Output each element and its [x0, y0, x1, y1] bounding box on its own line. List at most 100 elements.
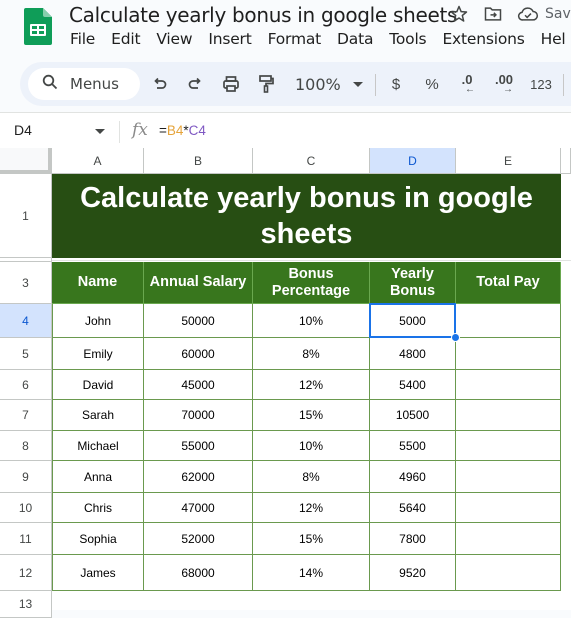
yearly-bonus-cell[interactable]: 4960: [370, 461, 456, 493]
row-header-12[interactable]: 12: [0, 555, 52, 591]
column-header-c[interactable]: C: [253, 148, 370, 174]
total-pay-cell[interactable]: [456, 400, 561, 431]
column-header-a[interactable]: A: [52, 148, 144, 174]
row-header-6[interactable]: 6: [0, 370, 52, 400]
total-pay-cell[interactable]: [456, 461, 561, 493]
increase-decimal-button[interactable]: .00 →: [489, 73, 519, 95]
column-label-name[interactable]: Name: [52, 262, 144, 304]
salary-cell[interactable]: 45000: [144, 370, 253, 400]
column-label-total-pay[interactable]: Total Pay: [456, 262, 561, 304]
name-cell[interactable]: James: [52, 555, 144, 591]
bonus-percentage-cell[interactable]: 14%: [253, 555, 370, 591]
total-pay-cell[interactable]: [456, 493, 561, 523]
yearly-bonus-cell[interactable]: 10500: [370, 400, 456, 431]
bonus-percentage-cell[interactable]: 10%: [253, 431, 370, 461]
paint-format-icon[interactable]: [256, 73, 276, 95]
column-label-yearly-bonus[interactable]: Yearly Bonus: [370, 262, 456, 304]
total-pay-cell[interactable]: [456, 370, 561, 400]
total-pay-cell[interactable]: [456, 338, 561, 370]
salary-cell[interactable]: 47000: [144, 493, 253, 523]
menus-search-button[interactable]: Menus: [28, 68, 140, 100]
name-cell[interactable]: Sarah: [52, 400, 144, 431]
column-label-bonus-percentage[interactable]: Bonus Percentage: [253, 262, 370, 304]
row-header-11[interactable]: 11: [0, 523, 52, 555]
total-pay-cell[interactable]: [456, 555, 561, 591]
bonus-percentage-cell[interactable]: 12%: [253, 370, 370, 400]
fill-handle[interactable]: [451, 333, 460, 342]
salary-cell[interactable]: 68000: [144, 555, 253, 591]
sheets-logo-icon[interactable]: [24, 8, 52, 45]
total-pay-cell[interactable]: [456, 431, 561, 461]
more-formats-button[interactable]: 123: [528, 73, 554, 95]
menu-tools[interactable]: Tools: [389, 30, 426, 48]
column-header-d[interactable]: D: [370, 148, 456, 174]
bonus-percentage-cell[interactable]: 15%: [253, 400, 370, 431]
name-box[interactable]: D4: [14, 122, 32, 138]
yearly-bonus-cell[interactable]: 5500: [370, 431, 456, 461]
row-header-10[interactable]: 10: [0, 493, 52, 523]
move-to-folder-icon[interactable]: [483, 4, 503, 24]
menu-edit[interactable]: Edit: [111, 30, 140, 48]
bonus-percentage-cell[interactable]: 15%: [253, 523, 370, 555]
bonus-percentage-cell[interactable]: 8%: [253, 338, 370, 370]
yearly-bonus-cell[interactable]: 9520: [370, 555, 456, 591]
menu-format[interactable]: Format: [268, 30, 322, 48]
name-cell[interactable]: Michael: [52, 431, 144, 461]
salary-cell[interactable]: 55000: [144, 431, 253, 461]
sheet-title-cell[interactable]: Calculate yearly bonus in google sheets: [52, 174, 561, 258]
column-header-e[interactable]: E: [456, 148, 561, 174]
salary-cell[interactable]: 62000: [144, 461, 253, 493]
column-header-f[interactable]: [561, 148, 571, 174]
name-cell[interactable]: John: [52, 304, 144, 338]
formula-ref-b4: B4: [166, 123, 184, 138]
row-header-7[interactable]: 7: [0, 400, 52, 431]
name-cell[interactable]: Emily: [52, 338, 144, 370]
total-pay-cell[interactable]: [456, 523, 561, 555]
yearly-bonus-cell[interactable]: 7800: [370, 523, 456, 555]
row-header-3[interactable]: 3: [0, 262, 52, 304]
star-icon[interactable]: [449, 4, 469, 24]
decrease-decimal-button[interactable]: .0 ←: [454, 73, 480, 95]
salary-cell[interactable]: 60000: [144, 338, 253, 370]
yearly-bonus-cell[interactable]: 4800: [370, 338, 456, 370]
zoom-dropdown[interactable]: 100%: [295, 73, 367, 95]
menu-insert[interactable]: Insert: [208, 30, 251, 48]
menu-help[interactable]: Hel: [541, 30, 566, 48]
bonus-percentage-cell[interactable]: 8%: [253, 461, 370, 493]
name-cell[interactable]: Sophia: [52, 523, 144, 555]
total-pay-cell[interactable]: [456, 304, 561, 338]
name-cell[interactable]: David: [52, 370, 144, 400]
menu-extensions[interactable]: Extensions: [442, 30, 524, 48]
salary-cell[interactable]: 50000: [144, 304, 253, 338]
redo-icon[interactable]: [185, 73, 205, 95]
salary-cell[interactable]: 52000: [144, 523, 253, 555]
formula-input[interactable]: =B4*C4: [159, 123, 206, 138]
row-header-4[interactable]: 4: [0, 304, 52, 338]
bonus-percentage-cell[interactable]: 12%: [253, 493, 370, 523]
currency-format-button[interactable]: $: [387, 73, 405, 95]
menu-file[interactable]: File: [70, 30, 95, 48]
yearly-bonus-cell[interactable]: 5640: [370, 493, 456, 523]
document-title[interactable]: Calculate yearly bonus in google sheets: [69, 3, 457, 27]
percent-format-button[interactable]: %: [422, 73, 442, 95]
cloud-saved-icon[interactable]: [517, 4, 539, 24]
column-header-b[interactable]: B: [144, 148, 253, 174]
yearly-bonus-cell[interactable]: 5400: [370, 370, 456, 400]
row-header-5[interactable]: 5: [0, 338, 52, 370]
salary-cell[interactable]: 70000: [144, 400, 253, 431]
yearly-bonus-cell[interactable]: 5000: [370, 304, 456, 338]
menu-data[interactable]: Data: [337, 30, 373, 48]
bonus-percentage-cell[interactable]: 10%: [253, 304, 370, 338]
undo-icon[interactable]: [150, 73, 170, 95]
name-box-chevron-icon[interactable]: [95, 129, 105, 134]
row-header-9[interactable]: 9: [0, 461, 52, 493]
column-label-annual-salary[interactable]: Annual Salary: [144, 262, 253, 304]
row-header-13[interactable]: 13: [0, 591, 52, 618]
select-all-corner[interactable]: [0, 148, 52, 174]
name-cell[interactable]: Chris: [52, 493, 144, 523]
row-header-8[interactable]: 8: [0, 431, 52, 461]
menu-view[interactable]: View: [156, 30, 192, 48]
name-cell[interactable]: Anna: [52, 461, 144, 493]
row-header-1[interactable]: 1: [0, 174, 52, 258]
print-icon[interactable]: [220, 73, 242, 95]
